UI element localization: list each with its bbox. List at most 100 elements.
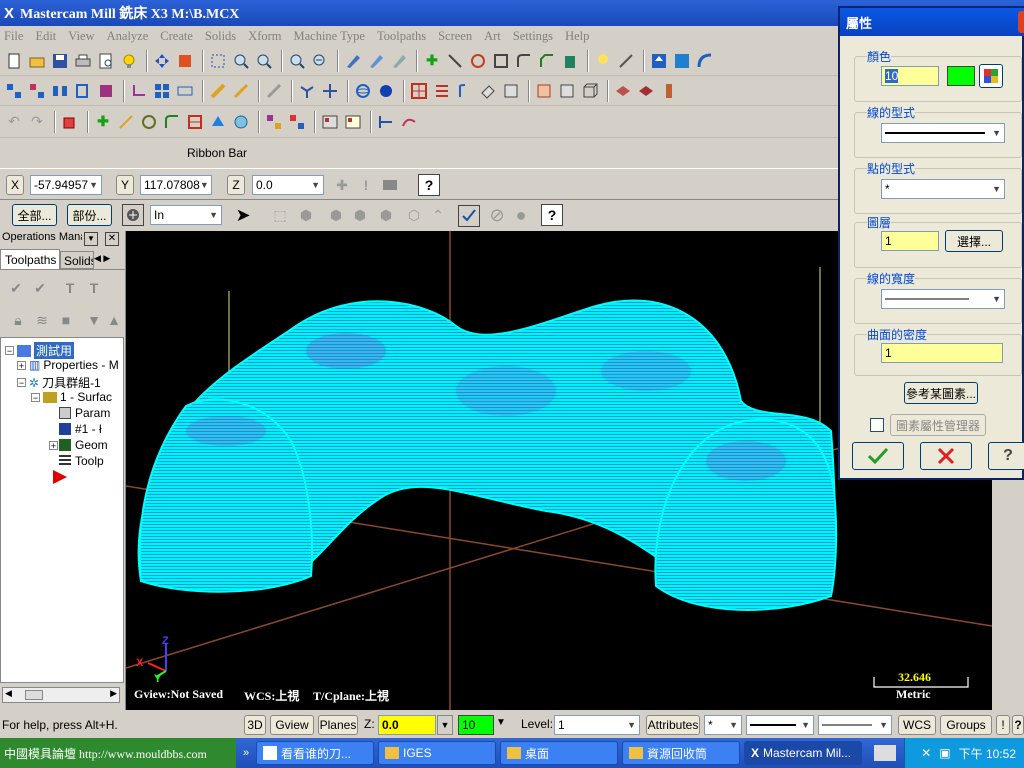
tips-icon[interactable] [119,51,139,71]
arrow-up-icon[interactable] [649,51,669,71]
groups-button[interactable]: Groups [940,715,992,735]
regenerate-dirty-icon[interactable]: T [84,278,104,298]
x-coordinate-field[interactable]: -57.94957 ▼ [30,175,102,195]
color-field[interactable]: 10 [458,715,494,735]
insert-arrow-icon[interactable] [53,470,67,484]
menu-file[interactable]: File [4,29,23,44]
light-icon[interactable] [593,51,613,71]
zoom-in-icon[interactable] [254,51,274,71]
z-coordinate-field[interactable]: 0.0 ▼ [252,175,324,195]
reference-entity-button[interactable]: 參考某圖素... [904,382,978,404]
arc-icon[interactable] [695,51,715,71]
dimension-icon[interactable] [231,81,251,101]
line-style-status-select[interactable]: ▼ [746,715,814,735]
curve-icon[interactable] [455,81,475,101]
verify-icon[interactable] [557,81,577,101]
bounding-box-icon[interactable] [185,112,205,132]
line-icon[interactable] [445,51,465,71]
menu-edit[interactable]: Edit [35,29,56,44]
dialog-close-icon[interactable] [1018,11,1024,33]
level-field[interactable]: 1 [881,231,939,251]
quick-launch-chevron-icon[interactable]: » [236,747,256,759]
zoom-window-icon[interactable] [231,51,251,71]
select-all-button[interactable]: 全部... [12,204,57,226]
3d-button[interactable]: 3D [244,715,266,735]
sphere-solid-icon[interactable] [376,81,396,101]
menu-machine-type[interactable]: Machine Type [294,29,365,44]
simulate-icon[interactable] [636,81,656,101]
line-width-select[interactable]: ▼ [881,289,1005,309]
group-select-icon[interactable]: ⌃ [428,205,448,225]
delete-icon[interactable] [366,51,386,71]
color-icon[interactable] [287,112,307,132]
menu-settings[interactable]: Settings [513,29,553,44]
select-all-ops-icon[interactable]: ✔ [6,278,26,298]
pencil-icon[interactable] [208,81,228,101]
surface-density-field[interactable]: 1 [881,343,1003,363]
rotate-view-icon[interactable] [672,51,692,71]
add-icon[interactable]: ✚ [93,112,113,132]
clear-colors-icon[interactable] [343,51,363,71]
panel-menu-icon[interactable]: ▼ [84,232,98,246]
help-icon[interactable]: ? [1012,715,1024,735]
tree-item-toolgroup[interactable]: − ✲ 刀具群組-1 [17,374,101,391]
sphere-wire-icon[interactable] [353,81,373,101]
solid-extrude-icon[interactable] [560,51,580,71]
ruler-icon[interactable] [376,112,396,132]
eraser-icon[interactable] [478,81,498,101]
tab-toolpaths[interactable]: Toolpaths [0,249,60,269]
save-icon[interactable] [50,51,70,71]
zoom-out-icon[interactable] [310,51,330,71]
tree-item-parameters[interactable]: Param [59,406,110,420]
backplot-icon[interactable] [613,81,633,101]
color-value-field[interactable]: 10 [881,66,939,86]
help-button[interactable]: ? [988,442,1024,470]
menu-art[interactable]: Art [484,29,501,44]
area-select-icon[interactable]: ⬢ [376,205,396,225]
toolpath-icon[interactable] [534,81,554,101]
redo-icon[interactable]: ↷ [27,112,47,132]
undelete-icon[interactable] [389,51,409,71]
menu-help[interactable]: Help [565,29,589,44]
post-icon[interactable] [659,81,679,101]
color-dropdown-icon[interactable]: ▼ [496,717,506,728]
menu-xform[interactable]: Xform [248,29,281,44]
y-coordinate-field[interactable]: 117.07808 ▼ [140,175,212,195]
zoom-target-icon[interactable] [287,51,307,71]
lock-icon[interactable]: 🔒︎ [8,310,28,330]
line-style-select[interactable]: ▼ [881,123,1005,143]
menu-toolpaths[interactable]: Toolpaths [377,29,426,44]
attribute-manager-button[interactable]: 圖素屬性管理器 [890,414,986,436]
fit-icon[interactable] [208,51,228,71]
offset-icon[interactable] [73,81,93,101]
color-palette-icon[interactable] [979,64,1003,88]
scroll-thumb[interactable] [25,690,43,700]
origin-icon[interactable] [320,81,340,101]
window-select-icon[interactable]: ⬚ [270,205,290,225]
taskbar-item-active[interactable]: X Mastercam Mil... [744,741,862,765]
level-icon[interactable] [264,112,284,132]
fillet-icon[interactable] [514,51,534,71]
cube-icon[interactable] [580,81,600,101]
move-down-icon[interactable]: ▼ [84,310,104,330]
selection-mode-select[interactable]: In ▼ [150,205,222,225]
warning-icon[interactable]: ! [356,175,376,195]
tree-item-tool[interactable]: #1 - ł [59,422,102,436]
taskbar-item[interactable]: IGES [378,741,496,765]
tree-item-operation[interactable]: −1 - Surfac [31,390,112,404]
vector-select-icon[interactable]: ⬢ [326,205,346,225]
selection-mask-icon[interactable] [122,204,144,226]
menu-view[interactable]: View [68,29,94,44]
tab-scroll-arrows[interactable]: ◀ ▶ [94,253,122,267]
image-edit-icon[interactable] [343,112,363,132]
select-dirty-ops-icon[interactable]: ✔ [30,278,50,298]
cancel-select-icon[interactable]: ⊘ [487,205,507,225]
solid-select-icon[interactable]: ⬡ [404,205,424,225]
image-icon[interactable] [320,112,340,132]
new-file-icon[interactable] [4,51,24,71]
chevron-down-icon[interactable]: ▼ [437,715,453,735]
cancel-button[interactable] [920,442,972,470]
surface-icon[interactable] [208,112,228,132]
circle-center-icon[interactable] [139,112,159,132]
taskbar-item[interactable]: 資源回收筒 [622,741,740,765]
